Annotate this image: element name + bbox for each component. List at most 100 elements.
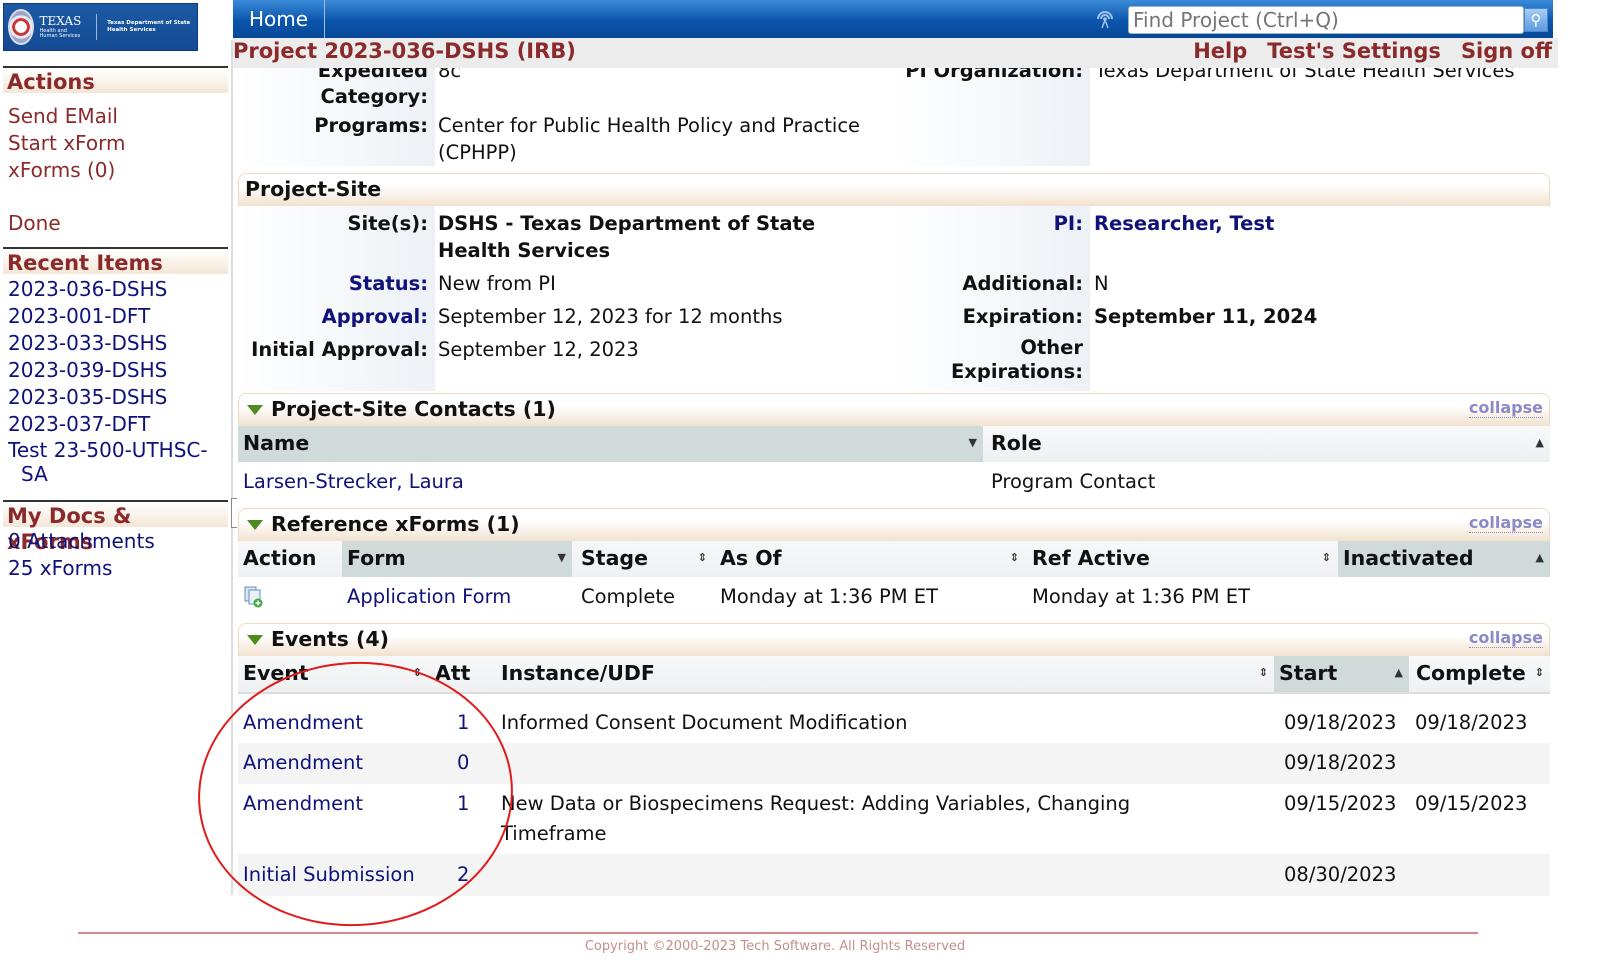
done-link[interactable]: Done (8, 210, 230, 237)
xform-stage: Complete (581, 585, 675, 608)
programs-value: Center for Public Health Policy and Prac… (438, 114, 861, 164)
application-form-link[interactable]: Application Form (347, 582, 511, 612)
expand-triangle-icon (247, 635, 263, 645)
col-form-header[interactable]: Form ▼ (342, 541, 572, 577)
expand-triangle-icon (247, 405, 263, 415)
logo-dept: Texas Department of State Health Service… (107, 19, 191, 33)
col-start-header[interactable]: Start ▲ (1274, 656, 1409, 692)
additional-label: Additional: (962, 272, 1083, 295)
magnifier-icon: ⚲ (1530, 11, 1542, 29)
pi-link[interactable]: Researcher, Test (1094, 210, 1274, 237)
event-link[interactable]: Amendment (243, 748, 363, 778)
event-link[interactable]: Amendment (243, 708, 363, 738)
signal-icon (1097, 11, 1113, 29)
ref-xforms-panel-title: Reference xForms (1) (271, 512, 520, 536)
send-email-link[interactable]: Send EMail (8, 103, 230, 130)
recent-item[interactable]: 2023-035-DSHS (8, 384, 230, 411)
recent-item[interactable]: Test 23-500-UTHSC- SA (8, 438, 230, 486)
event-instance: New Data or Biospecimens Request: Adding… (501, 792, 1131, 815)
xforms-count-link[interactable]: 25 xForms (8, 555, 230, 582)
my-docs-list: 0 Attachments 25 xForms (0, 527, 230, 582)
recent-item[interactable]: 2023-033-DSHS (8, 330, 230, 357)
settings-link[interactable]: Test's Settings (1267, 39, 1441, 63)
xforms-link[interactable]: xForms (0) (8, 157, 230, 184)
approval-label[interactable]: Approval: (238, 303, 428, 330)
state-seal-icon (8, 9, 34, 45)
event-link[interactable]: Amendment (243, 789, 363, 819)
recent-item[interactable]: 2023-001-DFT (8, 303, 230, 330)
event-start: 09/18/2023 (1284, 751, 1397, 774)
logo-brand: TEXAS Health and Human Services (39, 14, 82, 39)
xform-as-of: Monday at 1:36 PM ET (720, 585, 938, 608)
project-site-title: Project-Site (245, 177, 382, 201)
ref-xforms-panel-header[interactable]: Reference xForms (1) collapse (238, 508, 1550, 541)
col-ref-active-header[interactable]: Ref Active ⇕ (1027, 541, 1337, 577)
recent-item[interactable]: 2023-039-DSHS (8, 357, 230, 384)
recent-items-heading: Recent Items (3, 247, 228, 275)
col-as-of-header[interactable]: As Of ⇕ (715, 541, 1025, 577)
texas-hhs-logo[interactable]: TEXAS Health and Human Services Texas Dep… (3, 3, 198, 51)
sites-value: DSHS - Texas Department of State Health S… (438, 212, 816, 262)
sidebar: Actions Send EMail Start xForm xForms (0… (0, 66, 230, 582)
sort-both-icon: ⇕ (697, 551, 707, 564)
document-add-icon[interactable] (244, 586, 264, 608)
event-complete: 09/18/2023 (1415, 711, 1528, 734)
help-link[interactable]: Help (1193, 39, 1247, 63)
event-att-link[interactable]: 1 (457, 789, 469, 819)
contacts-collapse-link[interactable]: collapse (1468, 399, 1543, 418)
xform-ref-active: Monday at 1:36 PM ET (1032, 585, 1250, 608)
start-xform-link[interactable]: Start xForm (8, 130, 230, 157)
home-tab[interactable]: Home (233, 0, 325, 38)
recent-item[interactable]: 2023-037-DFT (8, 411, 230, 438)
footer-copyright: Copyright ©2000-2023 Tech Software. All … (584, 939, 966, 954)
event-att-link[interactable]: 1 (457, 708, 469, 738)
event-att-link[interactable]: 2 (457, 860, 469, 890)
sort-desc-icon: ▼ (557, 551, 566, 564)
contacts-panel-header[interactable]: Project-Site Contacts (1) collapse (238, 393, 1550, 426)
ref-xforms-collapse-link[interactable]: collapse (1468, 514, 1543, 533)
sign-off-link[interactable]: Sign off (1461, 39, 1552, 63)
contact-name-link[interactable]: Larsen-Strecker, Laura (243, 467, 464, 497)
recent-item[interactable]: 2023-036-DSHS (8, 276, 230, 303)
col-action-header: Action (243, 546, 317, 570)
event-link[interactable]: Initial Submission (243, 860, 415, 890)
other-expirations-label: Other Expirations: (950, 336, 1083, 383)
sort-both-icon: ⇕ (1534, 666, 1544, 679)
my-docs-heading: My Docs & xForms (3, 500, 228, 554)
splitter-collapse-handle[interactable] (231, 498, 237, 528)
title-bar: Project 2023-036-DSHS (IRB) Help Test's … (233, 38, 1558, 68)
event-complete: 09/15/2023 (1415, 792, 1528, 815)
attachments-link[interactable]: 0 Attachments (8, 528, 230, 555)
sites-label: Site(s): (347, 212, 428, 235)
pane-splitter[interactable] (231, 40, 233, 895)
col-event-header[interactable]: Event ⇕ (238, 656, 428, 692)
find-project-input[interactable] (1128, 6, 1524, 34)
pi-label: PI: (1053, 212, 1083, 235)
col-instance-header[interactable]: Instance/UDF ⇕ (496, 656, 1274, 692)
expand-triangle-icon (247, 520, 263, 530)
col-inactivated-header[interactable]: Inactivated ▲ (1338, 541, 1550, 577)
search-button[interactable]: ⚲ (1524, 8, 1548, 32)
event-att-link[interactable]: 0 (457, 748, 469, 778)
col-stage-header[interactable]: Stage ⇕ (576, 541, 713, 577)
ref-xforms-table-header: Action Form ▼ Stage ⇕ As Of ⇕ Ref Active ⇕ I… (238, 541, 1550, 577)
logo-divider (96, 14, 98, 40)
approval-value: September 12, 2023 for 12 months (438, 305, 783, 328)
status-label[interactable]: Status: (238, 270, 428, 297)
sort-both-icon: ⇕ (1258, 666, 1268, 679)
col-name-header[interactable]: Name ▼ (238, 426, 983, 462)
programs-label: Programs: (314, 114, 428, 137)
col-att-header[interactable]: Att (430, 656, 490, 692)
recent-item-line: Test 23-500-UTHSC- (8, 438, 208, 462)
additional-value: N (1094, 272, 1109, 295)
events-panel-title: Events (4) (271, 627, 390, 651)
top-nav-bar: Home ⚲ (233, 0, 1553, 38)
actions-heading: Actions (3, 66, 228, 94)
event-start: 08/30/2023 (1284, 863, 1397, 886)
events-collapse-link[interactable]: collapse (1468, 629, 1543, 648)
col-role-header[interactable]: Role ▲ (986, 426, 1550, 462)
col-complete-header[interactable]: Complete ⇕ (1411, 656, 1550, 692)
events-panel-header[interactable]: Events (4) collapse (238, 623, 1550, 656)
initial-approval-label: Initial Approval: (251, 338, 428, 361)
sort-desc-icon: ▼ (968, 436, 977, 449)
